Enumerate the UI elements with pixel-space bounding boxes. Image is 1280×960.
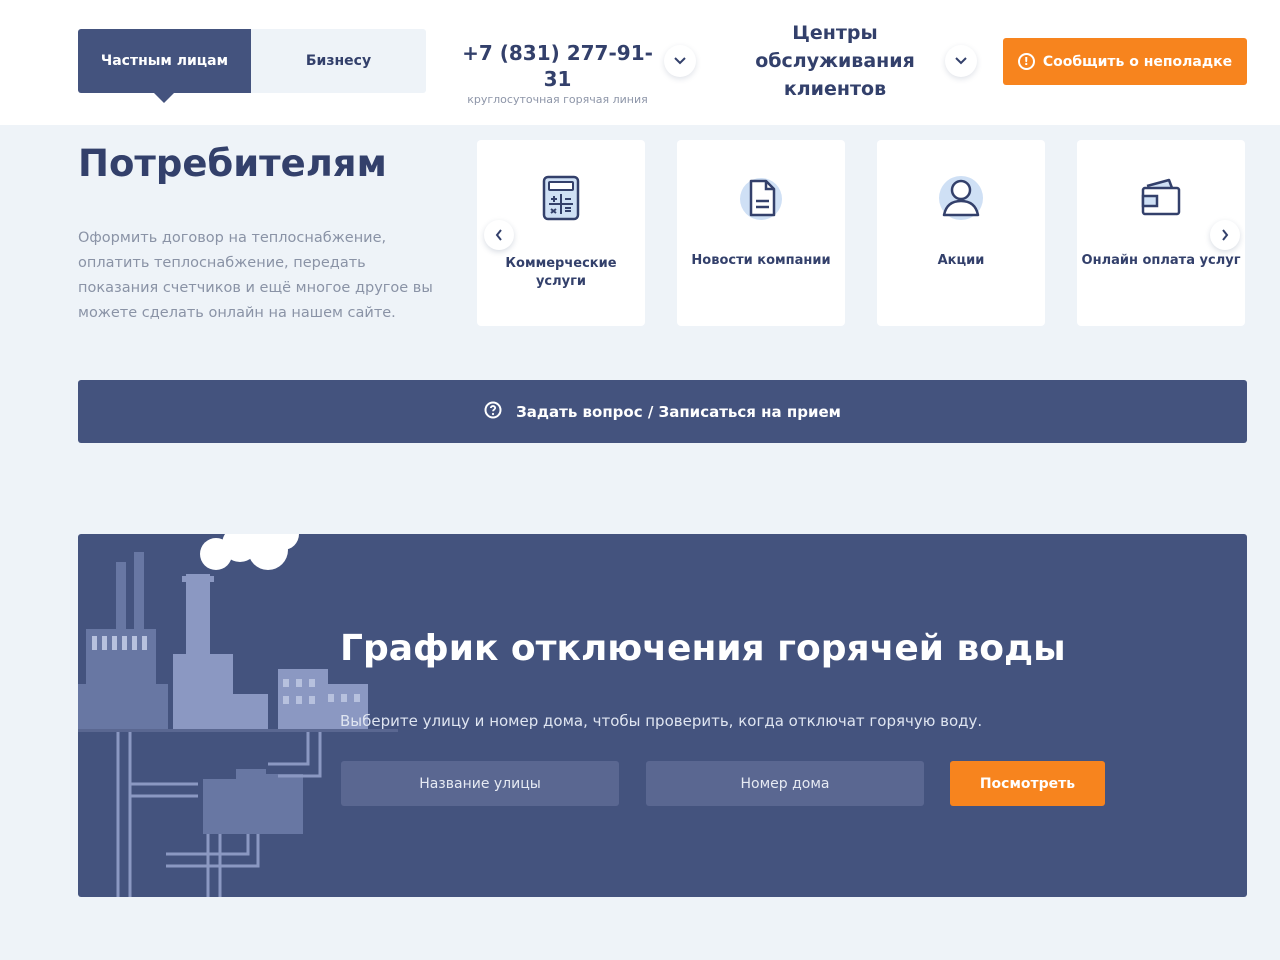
- tab-private-persons[interactable]: Частным лицам: [78, 29, 251, 103]
- centers-dropdown-chevron-icon[interactable]: [945, 45, 977, 77]
- card-label: Новости компании: [691, 253, 831, 268]
- card-label: Коммерческие услуги: [505, 256, 617, 289]
- tab-business[interactable]: Бизнесу: [251, 29, 426, 93]
- wallet-icon: [1139, 174, 1183, 222]
- ask-question-button[interactable]: Задать вопрос / Записаться на прием: [78, 380, 1247, 443]
- card-label: Акции: [937, 253, 985, 268]
- report-issue-button[interactable]: ! Сообщить о неполадке: [1003, 38, 1247, 85]
- header: Частным лицам Бизнесу +7 (831) 277-91-31…: [0, 0, 1280, 125]
- customer-type-switch: Частным лицам Бизнесу: [78, 29, 426, 103]
- report-issue-label: Сообщить о неполадке: [1042, 53, 1233, 70]
- page-description: Оформить договор на теплоснабжение, опла…: [78, 230, 433, 321]
- phone-dropdown-chevron-icon[interactable]: [664, 45, 696, 77]
- phone-number[interactable]: +7 (831) 277-91-31: [455, 40, 660, 92]
- banner-description: Выберите улицу и номер дома, чтобы прове…: [340, 712, 983, 730]
- phone-subtitle: круглосуточная горячая линия: [467, 93, 648, 106]
- card-promotions[interactable]: Акции: [877, 140, 1045, 326]
- street-name-input[interactable]: [341, 761, 619, 806]
- carousel-prev-chevron-left-icon[interactable]: [484, 220, 514, 250]
- hot-water-schedule-banner: График отключения горячей воды Выберите …: [78, 534, 1247, 897]
- ask-question-label: Задать вопрос / Записаться на прием: [516, 402, 841, 421]
- page-title: Потребителям: [78, 142, 387, 185]
- view-schedule-button[interactable]: Посмотреть: [950, 761, 1105, 806]
- hotline-phone[interactable]: +7 (831) 277-91-31 круглосуточная горяча…: [455, 40, 660, 106]
- house-number-input[interactable]: [646, 761, 924, 806]
- user-icon: [938, 174, 984, 222]
- calculator-icon: [541, 174, 581, 222]
- carousel-next-chevron-right-icon[interactable]: [1210, 220, 1240, 250]
- alert-icon: !: [1017, 53, 1035, 70]
- document-icon: [739, 174, 783, 222]
- banner-title: График отключения горячей воды: [340, 628, 1066, 669]
- question-icon: [484, 401, 502, 423]
- service-centers-menu[interactable]: Центры обслуживания клиентов: [740, 19, 930, 103]
- card-label: Онлайн оплата услуг: [1081, 253, 1241, 268]
- card-company-news[interactable]: Новости компании: [677, 140, 845, 326]
